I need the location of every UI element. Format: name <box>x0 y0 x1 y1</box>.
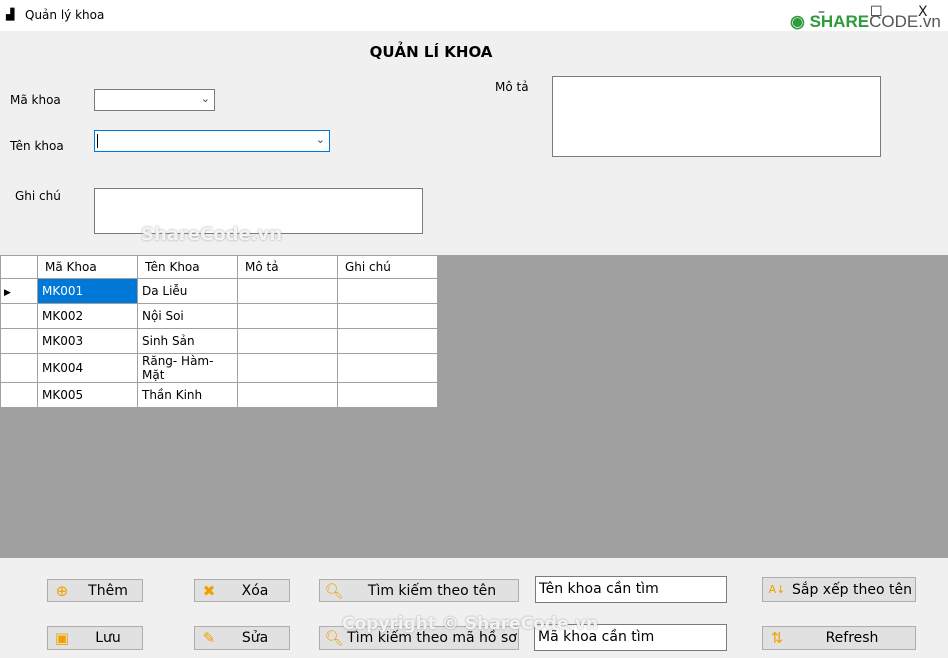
search-icon: 🔍︎ <box>324 581 344 600</box>
row-header[interactable]: ▶ <box>0 278 38 304</box>
row-header[interactable] <box>0 328 38 354</box>
save-icon: ▣ <box>54 629 70 647</box>
tim-kiem-ten-button[interactable]: 🔍︎ Tìm kiếm theo tên <box>319 579 519 602</box>
table-cell[interactable] <box>237 303 338 329</box>
luu-label: Lưu <box>95 630 121 646</box>
table-cell[interactable]: Răng- Hàm- Mặt <box>137 353 238 383</box>
refresh-button[interactable]: ⇅ Refresh <box>762 626 916 650</box>
chevron-down-icon[interactable]: ⌄ <box>316 133 325 146</box>
sort-az-icon: A↓ <box>768 583 786 596</box>
xoa-button[interactable]: ✖ Xóa <box>194 579 290 602</box>
table-cell[interactable]: MK002 <box>37 303 138 329</box>
table-cell[interactable]: MK003 <box>37 328 138 354</box>
sap-xep-label: Sắp xếp theo tên <box>791 581 912 598</box>
maximize-button[interactable]: ☐ <box>870 4 883 20</box>
copyright-watermark: Copyright © ShareCode.vn <box>342 614 599 634</box>
refresh-label: Refresh <box>825 630 879 646</box>
close-button[interactable]: X <box>918 4 928 20</box>
pencil-icon: ✎ <box>202 629 216 647</box>
table-cell[interactable] <box>337 328 438 354</box>
grid-header-row: Mã Khoa Tên Khoa Mô tả Ghi chú <box>0 255 438 279</box>
table-row[interactable]: ▶ MK001 Da Liễu <box>0 278 438 304</box>
table-cell[interactable] <box>237 382 338 408</box>
luu-button[interactable]: ▣ Lưu <box>47 626 143 650</box>
column-header[interactable]: Tên Khoa <box>137 255 238 279</box>
delete-x-icon: ✖ <box>202 581 216 600</box>
table-cell[interactable] <box>337 353 438 383</box>
current-row-arrow-icon: ▶ <box>4 288 11 298</box>
ten-khoa-combobox[interactable]: ⌄ <box>94 130 330 152</box>
sua-button[interactable]: ✎ Sửa <box>194 626 290 650</box>
table-cell[interactable]: Sinh Sản <box>137 328 238 354</box>
khoa-data-grid[interactable]: Mã Khoa Tên Khoa Mô tả Ghi chú ▶ MK001 Da … <box>0 255 948 558</box>
table-cell[interactable]: Thần Kinh <box>137 382 238 408</box>
column-header[interactable]: Mã Khoa <box>37 255 138 279</box>
table-cell[interactable]: Nội Soi <box>137 303 238 329</box>
add-circle-icon: ⊕ <box>55 581 69 600</box>
column-header[interactable]: Mô tả <box>237 255 338 279</box>
watermark: ShareCode.vn <box>141 224 283 245</box>
mo-ta-label: Mô tả <box>495 80 529 94</box>
tim-ten-label: Tìm kiếm theo tên <box>367 582 497 599</box>
column-header[interactable]: Ghi chú <box>337 255 438 279</box>
xoa-label: Xóa <box>241 582 269 599</box>
table-row[interactable]: MK005 Thần Kinh <box>0 382 438 408</box>
table-cell[interactable] <box>337 278 438 304</box>
table-cell[interactable] <box>237 328 338 354</box>
table-cell[interactable] <box>237 278 338 304</box>
sap-xep-button[interactable]: A↓ Sắp xếp theo tên <box>762 577 916 602</box>
them-label: Thêm <box>88 582 128 599</box>
table-cell[interactable] <box>237 353 338 383</box>
table-cell[interactable] <box>337 303 438 329</box>
minimize-button[interactable]: – <box>818 4 825 20</box>
chevron-down-icon[interactable]: ⌄ <box>201 92 210 105</box>
text-cursor <box>97 134 98 148</box>
row-header[interactable] <box>0 303 38 329</box>
table-cell[interactable]: MK005 <box>37 382 138 408</box>
table-row[interactable]: MK004 Răng- Hàm- Mặt <box>0 353 438 383</box>
ma-khoa-combobox[interactable]: ⌄ <box>94 89 215 111</box>
row-header-corner <box>0 255 38 279</box>
window-title: Quản lý khoa <box>25 8 105 22</box>
table-cell[interactable]: MK001 <box>37 278 138 304</box>
table-cell[interactable]: Da Liễu <box>137 278 238 304</box>
app-icon: ▟ <box>6 8 15 21</box>
page-title: QUẢN LÍ KHOA <box>369 43 493 61</box>
table-cell[interactable]: MK004 <box>37 353 138 383</box>
mo-ta-textarea[interactable] <box>552 76 881 157</box>
table-row[interactable]: MK002 Nội Soi <box>0 303 438 329</box>
them-button[interactable]: ⊕ Thêm <box>47 579 143 602</box>
refresh-icon: ⇅ <box>770 629 784 647</box>
ten-khoa-search-input[interactable]: Tên khoa cần tìm <box>535 576 727 603</box>
title-bar: ▟ Quản lý khoa ◉ SHARECODE.vn – ☐ X <box>0 0 948 31</box>
ten-khoa-label: Tên khoa <box>10 139 64 153</box>
table-row[interactable]: MK003 Sinh Sản <box>0 328 438 354</box>
row-header[interactable] <box>0 382 38 408</box>
sua-label: Sửa <box>241 630 269 646</box>
ma-khoa-label: Mã khoa <box>10 93 61 107</box>
table-cell[interactable] <box>337 382 438 408</box>
ghi-chu-label: Ghi chú <box>15 189 61 203</box>
row-header[interactable] <box>0 353 38 383</box>
